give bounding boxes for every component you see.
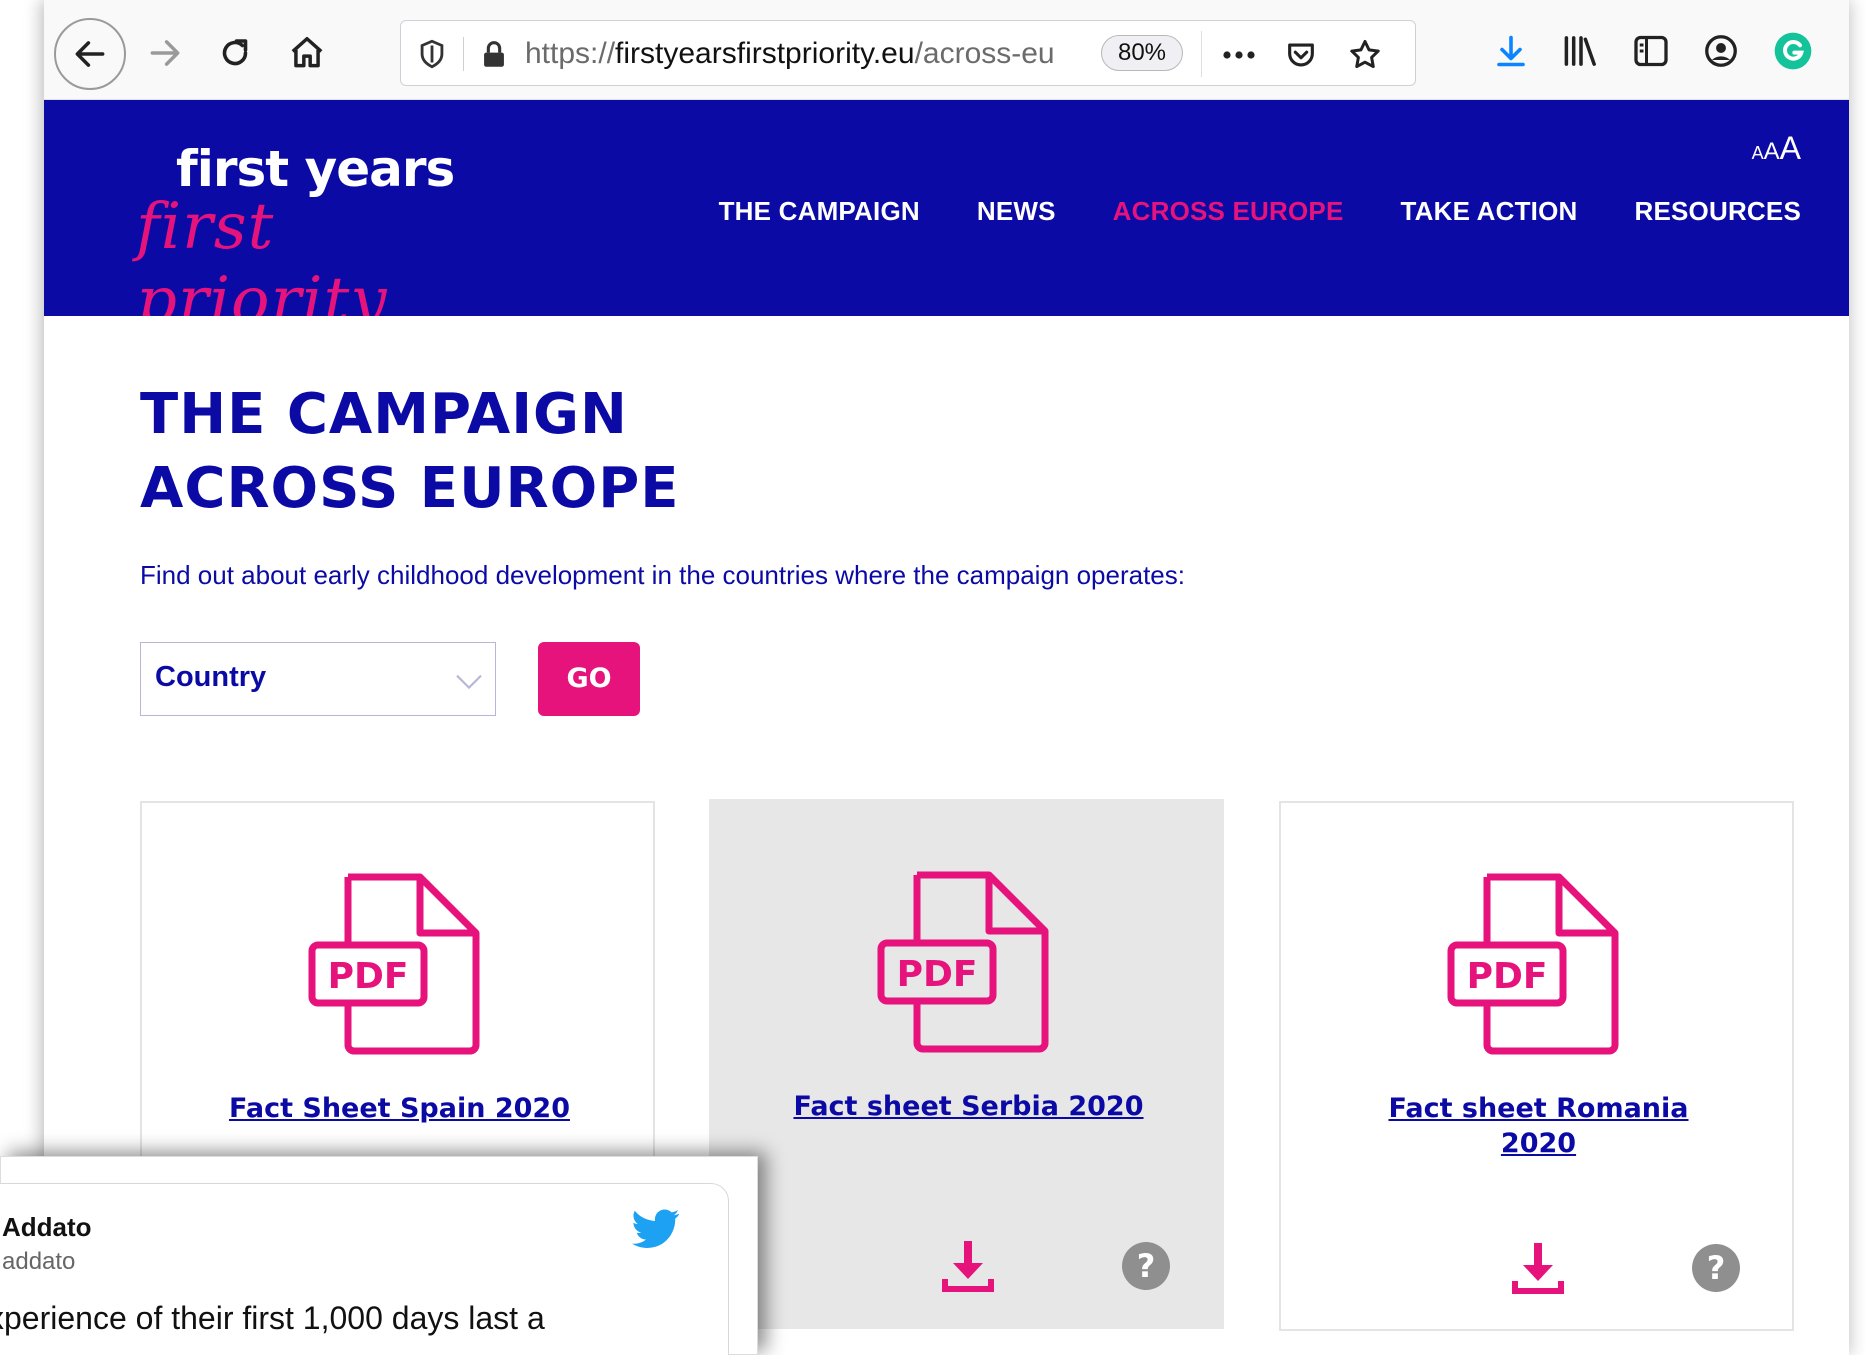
fact-sheet-card-romania[interactable]: PDF Fact sheet Romania 2020 ?: [1279, 801, 1794, 1331]
main-navigation: THE CAMPAIGN NEWS ACROSS EUROPE TAKE ACT…: [662, 196, 1801, 227]
fact-sheet-title: Fact Sheet Spain 2020: [228, 1093, 570, 1124]
nav-resources[interactable]: RESOURCES: [1635, 196, 1802, 227]
reload-button[interactable]: [210, 28, 260, 78]
forward-button[interactable]: [140, 28, 190, 78]
go-button[interactable]: GO: [538, 642, 640, 716]
screenshot-frame: https://firstyearsfirstpriority.eu/acros…: [44, 0, 1849, 1355]
account-button[interactable]: [1700, 30, 1742, 72]
url-text[interactable]: https://firstyearsfirstpriority.eu/acros…: [525, 35, 1085, 73]
fact-sheet-title-line2: 2020: [1500, 1128, 1577, 1159]
url-actions-separator: [1201, 31, 1202, 77]
nav-news[interactable]: NEWS: [977, 196, 1056, 227]
fact-sheet-link[interactable]: Fact sheet Serbia 2020: [751, 1089, 1186, 1124]
svg-text:?: ?: [1707, 1249, 1726, 1287]
page-title-line1: THE CAMPAIGN: [140, 382, 628, 447]
arrow-right-icon: [150, 40, 180, 66]
bookmark-star-button[interactable]: [1345, 35, 1385, 75]
url-domain: firstyearsfirstpriority.eu: [615, 37, 915, 70]
site-logo[interactable]: first years first priority: [136, 130, 536, 338]
pdf-label: PDF: [328, 956, 409, 997]
library-button[interactable]: [1560, 30, 1602, 72]
pdf-file-icon: PDF: [877, 871, 1049, 1053]
intro-text: Find out about early childhood developme…: [140, 560, 1185, 590]
fact-sheet-card-serbia[interactable]: PDF Fact sheet Serbia 2020 ?: [709, 799, 1224, 1329]
download-icon[interactable]: [1511, 1239, 1565, 1297]
downloads-button[interactable]: [1490, 30, 1532, 72]
page-title: THE CAMPAIGN ACROSS EUROPE: [140, 378, 680, 526]
text-size-medium[interactable]: A: [1764, 138, 1780, 165]
account-icon: [1705, 35, 1737, 67]
star-icon: [1350, 40, 1380, 69]
url-scheme: https://: [525, 37, 616, 70]
country-select[interactable]: Country: [140, 642, 496, 716]
tweet-card[interactable]: Addato addato xperience of their first 1…: [0, 1183, 729, 1355]
library-icon: [1564, 36, 1596, 66]
help-question-icon[interactable]: ?: [1691, 1243, 1741, 1293]
pdf-label: PDF: [897, 954, 978, 995]
pocket-button[interactable]: [1281, 35, 1321, 75]
chevron-down-icon: [456, 674, 482, 690]
home-icon: [291, 37, 323, 68]
fact-sheet-link[interactable]: Fact sheet Romania 2020: [1321, 1091, 1756, 1161]
zoom-level-badge[interactable]: 80%: [1101, 35, 1183, 71]
tweet-author-handle[interactable]: addato: [2, 1248, 75, 1276]
url-separator: [463, 37, 464, 71]
more-horizontal-icon: [1223, 51, 1255, 59]
pdf-file-icon: PDF: [308, 873, 480, 1055]
pdf-label: PDF: [1467, 956, 1548, 997]
nav-take-action[interactable]: TAKE ACTION: [1401, 196, 1578, 227]
fact-sheet-title: Fact sheet Serbia 2020: [793, 1091, 1144, 1122]
country-select-value: Country: [155, 661, 267, 693]
nav-across-europe[interactable]: ACROSS EUROPE: [1113, 196, 1344, 227]
download-icon[interactable]: [941, 1237, 995, 1295]
page-actions-button[interactable]: [1219, 35, 1259, 75]
download-arrow-icon: [1497, 35, 1525, 67]
reload-icon: [222, 39, 248, 66]
twitter-bird-icon[interactable]: [632, 1208, 680, 1250]
back-button[interactable]: [54, 18, 126, 90]
fact-sheet-title-line1: Fact sheet Romania: [1388, 1093, 1689, 1124]
tracking-shield-icon[interactable]: [415, 37, 449, 71]
url-bar[interactable]: https://firstyearsfirstpriority.eu/acros…: [400, 20, 1416, 86]
text-size-control[interactable]: AAA: [1752, 130, 1801, 167]
fact-sheet-link[interactable]: Fact Sheet Spain 2020: [182, 1091, 617, 1126]
svg-text:?: ?: [1137, 1247, 1156, 1285]
sidebar-icon: [1634, 35, 1668, 67]
tweet-text: xperience of their first 1,000 days last…: [0, 1300, 545, 1336]
text-size-large[interactable]: A: [1780, 130, 1801, 166]
sidebar-button[interactable]: [1630, 30, 1672, 72]
url-path: /across-eu: [914, 37, 1055, 70]
lock-icon[interactable]: [477, 37, 511, 71]
grammarly-icon: [1774, 32, 1812, 70]
site-header: first years first priority AAA THE CAMPA…: [44, 100, 1849, 338]
home-button[interactable]: [282, 28, 332, 78]
nav-the-campaign[interactable]: THE CAMPAIGN: [719, 196, 920, 227]
tweet-author-name[interactable]: Addato: [2, 1212, 92, 1243]
text-size-small[interactable]: A: [1752, 143, 1764, 163]
pdf-file-icon: PDF: [1447, 873, 1619, 1055]
help-question-icon[interactable]: ?: [1121, 1241, 1171, 1291]
page-title-line2: ACROSS EUROPE: [140, 456, 680, 521]
arrow-left-icon: [75, 41, 105, 67]
grammarly-extension-button[interactable]: [1772, 30, 1814, 72]
browser-toolbar: https://firstyearsfirstpriority.eu/acros…: [44, 0, 1849, 100]
pocket-icon: [1288, 43, 1314, 67]
tweet-embed-overlay: Addato addato xperience of their first 1…: [0, 1156, 758, 1355]
